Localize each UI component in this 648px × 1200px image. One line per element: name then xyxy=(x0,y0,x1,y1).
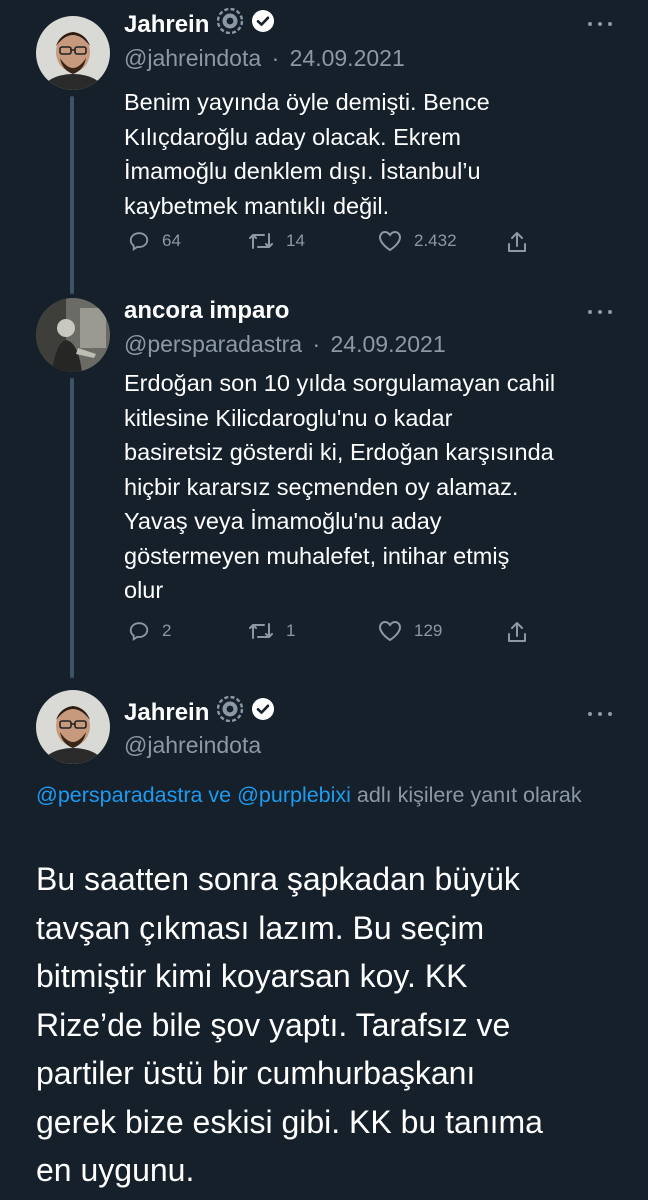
tweet1-actions: 64 14 2.432 xyxy=(124,230,624,256)
tweet2-handle[interactable]: @persparadastra xyxy=(124,331,302,357)
more-icon[interactable] xyxy=(588,20,612,28)
tweet2-display-name[interactable]: ancora imparo xyxy=(124,297,289,325)
retweet-count: 1 xyxy=(286,621,296,640)
like-button[interactable]: 2.432 xyxy=(378,230,457,252)
tweet2-text: Erdoğan son 10 yılda sorgulamayan cahil … xyxy=(124,370,556,603)
share-icon xyxy=(506,230,528,254)
reply-icon xyxy=(128,620,150,642)
thread-line-1 xyxy=(70,96,74,294)
reply-icon xyxy=(128,230,150,252)
tweet1-text: Benim yayında öyle demişti. Bence Kılıçd… xyxy=(124,89,490,219)
main-handle[interactable]: @jahreindota xyxy=(124,732,261,758)
reply-button[interactable]: 2 xyxy=(128,620,171,642)
retweet-icon xyxy=(248,230,274,252)
tweet1-date[interactable]: 24.09.2021 xyxy=(290,45,405,71)
reply-mention-persparadastra[interactable]: @persparadastra xyxy=(36,783,202,807)
settings-badge-icon xyxy=(217,7,244,41)
reply-count: 64 xyxy=(162,231,181,250)
main-tweet-text: Bu saatten sonra şapkadan büyük tavşan ç… xyxy=(36,861,543,1188)
more-icon[interactable] xyxy=(588,710,612,718)
tweet1-handle-row: @jahreindota · 24.09.2021 xyxy=(124,45,405,72)
thread-line-2 xyxy=(70,378,74,678)
tweet1-separator: · xyxy=(271,45,280,71)
like-count: 129 xyxy=(414,621,443,640)
share-button[interactable] xyxy=(506,620,528,644)
like-count: 2.432 xyxy=(414,231,457,250)
reply-connector: ve xyxy=(202,783,238,807)
tweet2-separator: · xyxy=(312,331,321,357)
settings-badge-icon xyxy=(217,695,244,729)
verified-badge-icon xyxy=(251,9,275,40)
main-name-row: Jahrein xyxy=(124,695,275,729)
reply-suffix: adlı kişilere yanıt olarak xyxy=(350,783,582,807)
share-button[interactable] xyxy=(506,230,528,254)
avatar-jahrein-1[interactable] xyxy=(36,16,110,90)
tweet1-name-row: Jahrein xyxy=(124,7,275,41)
reply-count: 2 xyxy=(162,621,172,640)
verified-badge-icon xyxy=(251,697,275,728)
tweet2-name-row: ancora imparo xyxy=(124,297,289,325)
tweet2-handle-row: @persparadastra · 24.09.2021 xyxy=(124,331,446,358)
retweet-button[interactable]: 1 xyxy=(248,620,295,642)
share-icon xyxy=(506,620,528,644)
tweet2-date[interactable]: 24.09.2021 xyxy=(331,331,446,357)
reply-mention-purplebixi[interactable]: @purplebixi xyxy=(237,783,351,807)
tweet1-display-name[interactable]: Jahrein xyxy=(124,11,209,39)
avatar-jahrein-2[interactable] xyxy=(36,690,110,764)
more-icon[interactable] xyxy=(588,308,612,316)
reply-button[interactable]: 64 xyxy=(128,230,181,252)
like-icon xyxy=(378,230,402,252)
reply-context: @persparadastra ve @purplebixi adlı kişi… xyxy=(36,776,626,814)
tweet1-handle[interactable]: @jahreindota xyxy=(124,45,261,71)
retweet-count: 14 xyxy=(286,231,305,250)
main-handle-row: @jahreindota xyxy=(124,732,261,759)
like-button[interactable]: 129 xyxy=(378,620,442,642)
tweet2-actions: 2 1 129 xyxy=(124,620,624,646)
retweet-icon xyxy=(248,620,274,642)
main-display-name[interactable]: Jahrein xyxy=(124,699,209,727)
retweet-button[interactable]: 14 xyxy=(248,230,305,252)
like-icon xyxy=(378,620,402,642)
avatar-ancora-imparo[interactable] xyxy=(36,298,110,372)
